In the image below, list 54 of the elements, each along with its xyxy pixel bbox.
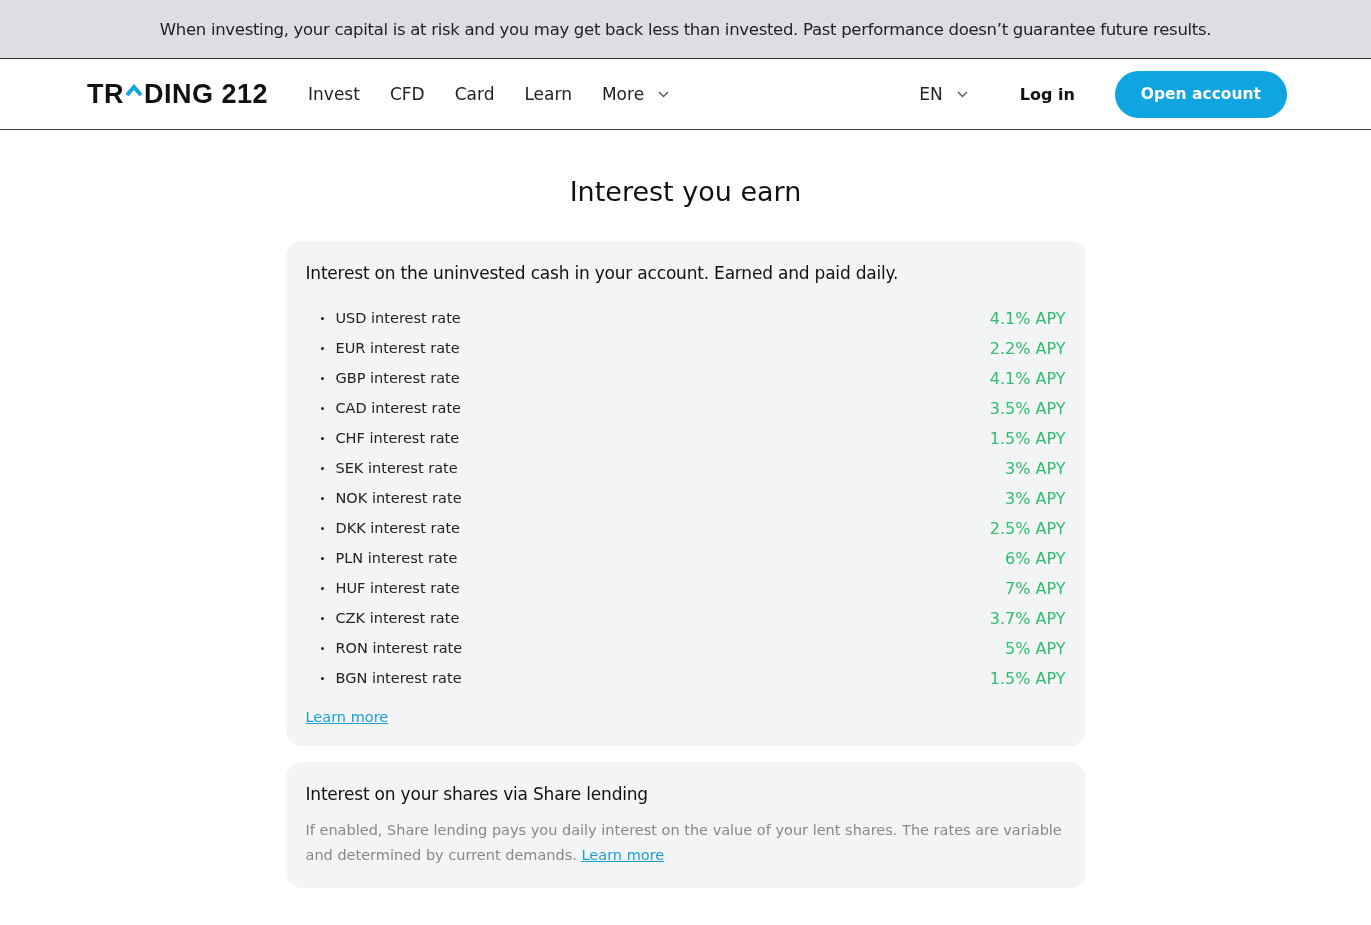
rate-label: GBP interest rate: [335, 370, 460, 386]
rate-label: CZK interest rate: [335, 610, 460, 626]
rate-value: 1.5% APY: [989, 668, 1066, 688]
nav-link[interactable]: More: [601, 84, 670, 104]
rate-label: USD interest rate: [335, 310, 461, 326]
rate-label: BGN interest rate: [335, 670, 462, 686]
rate-value: 4.1% APY: [989, 368, 1066, 388]
rate-label: EUR interest rate: [335, 340, 460, 356]
bullet-icon: [320, 676, 324, 680]
bullet-icon: [320, 496, 324, 500]
card-heading: Interest on your shares via Share lending: [305, 784, 649, 804]
language-selector[interactable]: EN: [919, 84, 968, 104]
bullet-icon: [320, 586, 324, 590]
chevron-down-icon: [956, 90, 968, 98]
bullet-icon: [320, 436, 324, 440]
rate-label: RON interest rate: [335, 640, 463, 656]
nav-link[interactable]: Learn: [524, 84, 572, 104]
nav-link[interactable]: Card: [454, 84, 495, 104]
rate-value: 3% APY: [1005, 488, 1066, 508]
card-heading: Interest on the uninvested cash in your account. Earned and paid daily.: [305, 263, 900, 283]
rate-value: 6% APY: [1005, 548, 1066, 568]
bullet-icon: [320, 316, 324, 320]
logo[interactable]: TR DING 212: [87, 78, 269, 110]
bullet-icon: [320, 556, 324, 560]
rate-label: CAD interest rate: [335, 400, 461, 416]
login-link[interactable]: Log in: [1019, 84, 1075, 104]
rate-label: NOK interest rate: [335, 490, 462, 506]
rate-value: 4.1% APY: [989, 308, 1066, 328]
rate-label: DKK interest rate: [335, 520, 460, 536]
rate-label: HUF interest rate: [335, 580, 460, 596]
rate-value: 3.7% APY: [989, 608, 1066, 628]
rate-value: 3% APY: [1005, 458, 1066, 478]
bullet-icon: [320, 616, 324, 620]
rate-value: 7% APY: [1005, 578, 1066, 598]
rate-value: 2.2% APY: [989, 338, 1066, 358]
bullet-icon: [320, 466, 324, 470]
rate-label: SEK interest rate: [335, 460, 458, 476]
bullet-icon: [320, 526, 324, 530]
nav-link[interactable]: CFD: [389, 84, 425, 104]
rate-label: PLN interest rate: [335, 550, 458, 566]
rate-value: 5% APY: [1005, 638, 1066, 658]
chevron-down-icon: [658, 90, 670, 98]
page-title: Interest you earn: [568, 176, 803, 207]
bullet-icon: [320, 346, 324, 350]
rate-value: 3.5% APY: [989, 398, 1066, 418]
bullet-icon: [320, 646, 324, 650]
risk-warning: When investing, your capital is at risk and you may get back less than invested. Past performance doesn’t guarantee future results.: [0, 0, 1371, 59]
description: If enabled, Share lending pays you daily interest on the value of your lent shares. The rates are variable and determined by current demands. Learn more: [305, 821, 1063, 865]
nav-link[interactable]: Invest: [308, 84, 360, 104]
bullet-icon: [320, 406, 324, 410]
bullet-icon: [320, 376, 324, 380]
rate-value: 1.5% APY: [989, 428, 1066, 448]
rate-value: 2.5% APY: [989, 518, 1066, 538]
rate-label: CHF interest rate: [335, 430, 460, 446]
